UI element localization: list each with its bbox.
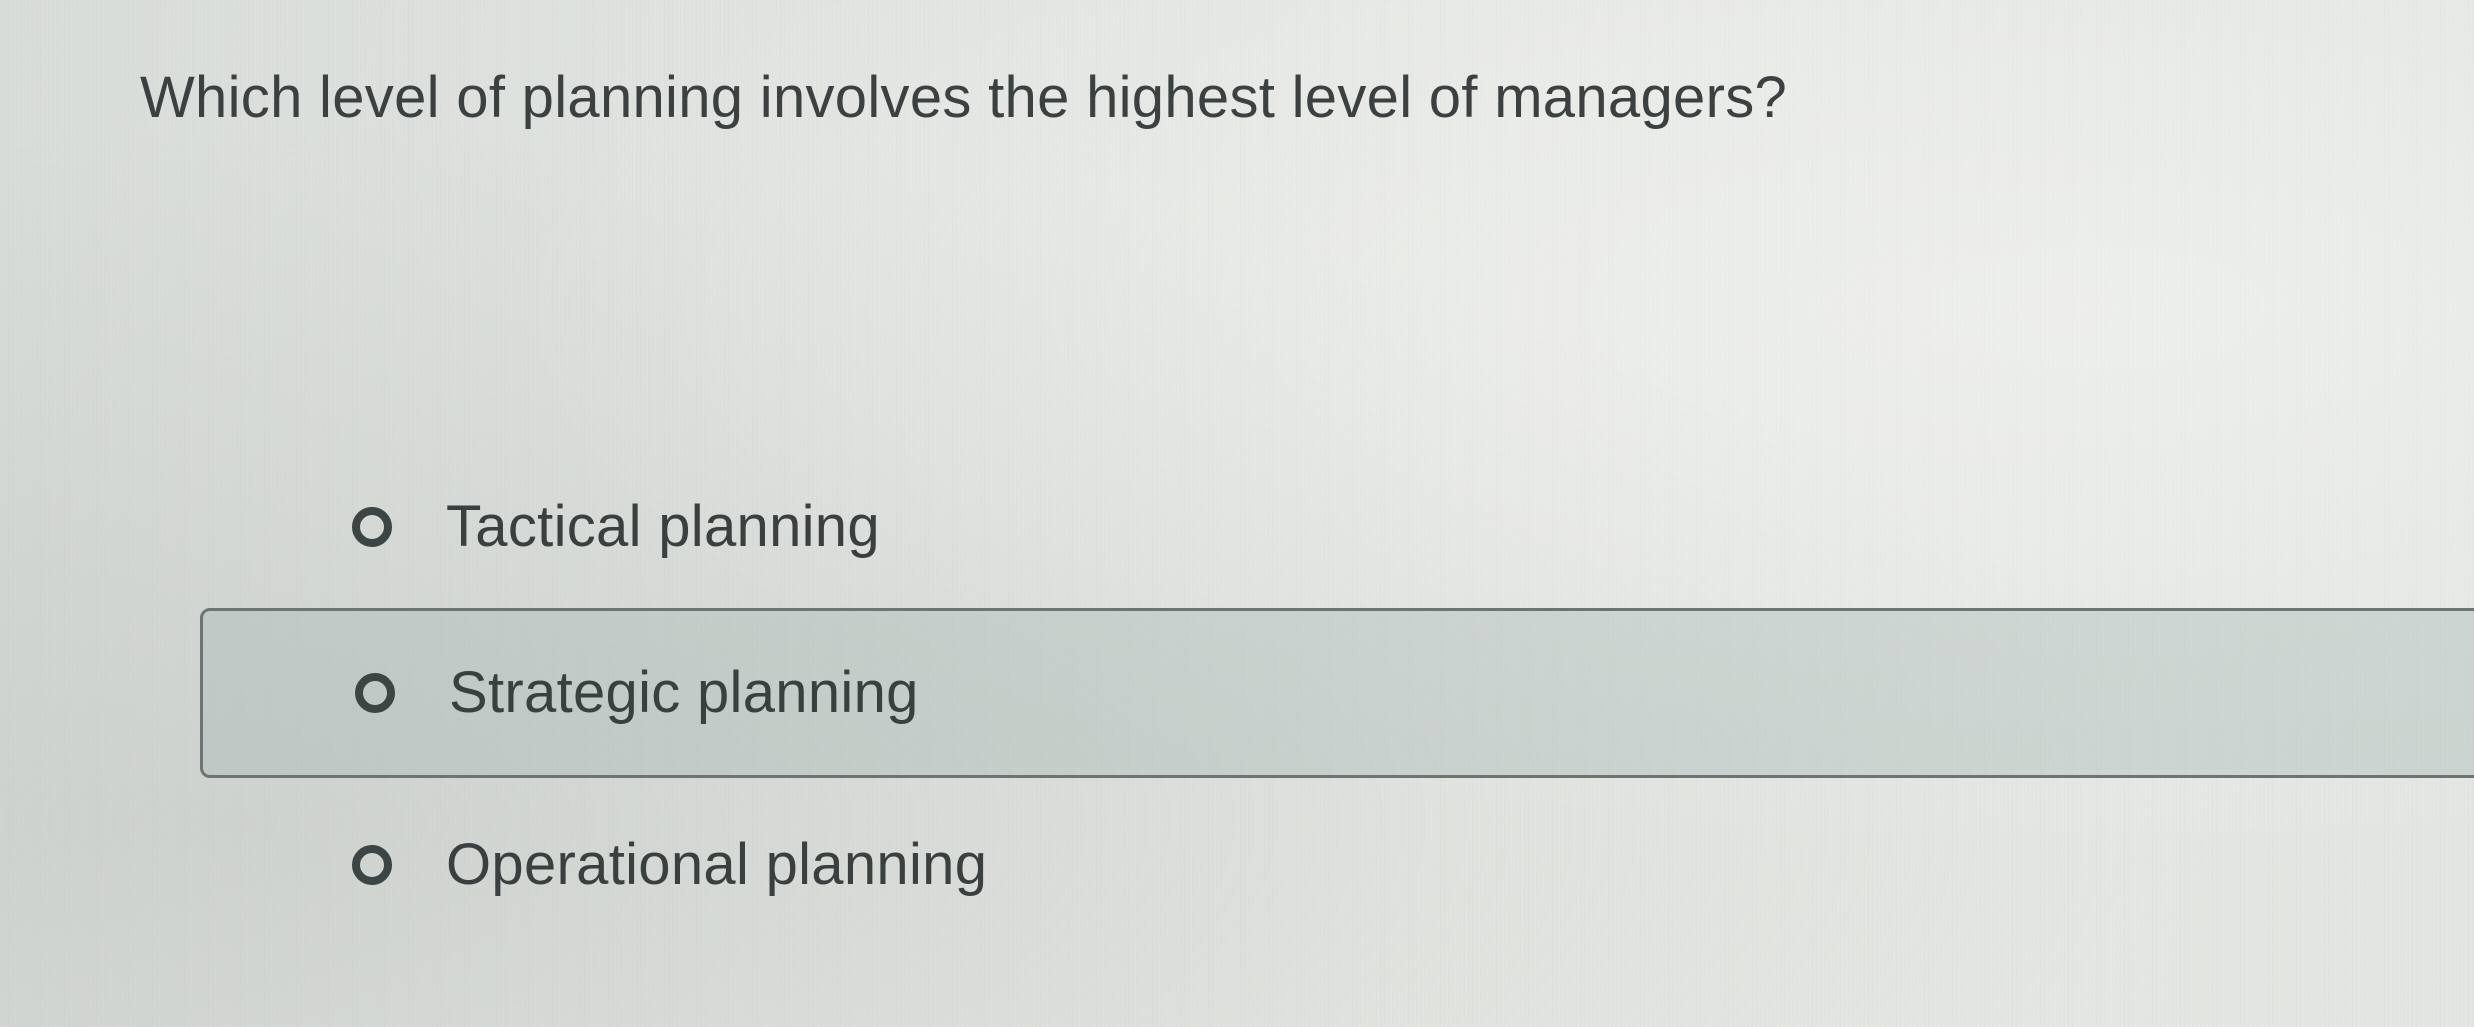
option-strategic-planning[interactable]: Strategic planning (200, 608, 2474, 778)
option-label: Tactical planning (446, 494, 880, 559)
option-operational-planning[interactable]: Operational planning (200, 780, 2474, 950)
option-tactical-planning[interactable]: Tactical planning (200, 442, 2474, 612)
option-label: Operational planning (446, 832, 988, 897)
option-label: Strategic planning (449, 660, 919, 725)
radio-unchecked-icon[interactable] (355, 673, 395, 713)
radio-unchecked-icon[interactable] (352, 845, 392, 885)
answer-options: Tactical planning Strategic planning Ope… (0, 0, 2474, 1027)
radio-unchecked-icon[interactable] (352, 507, 392, 547)
